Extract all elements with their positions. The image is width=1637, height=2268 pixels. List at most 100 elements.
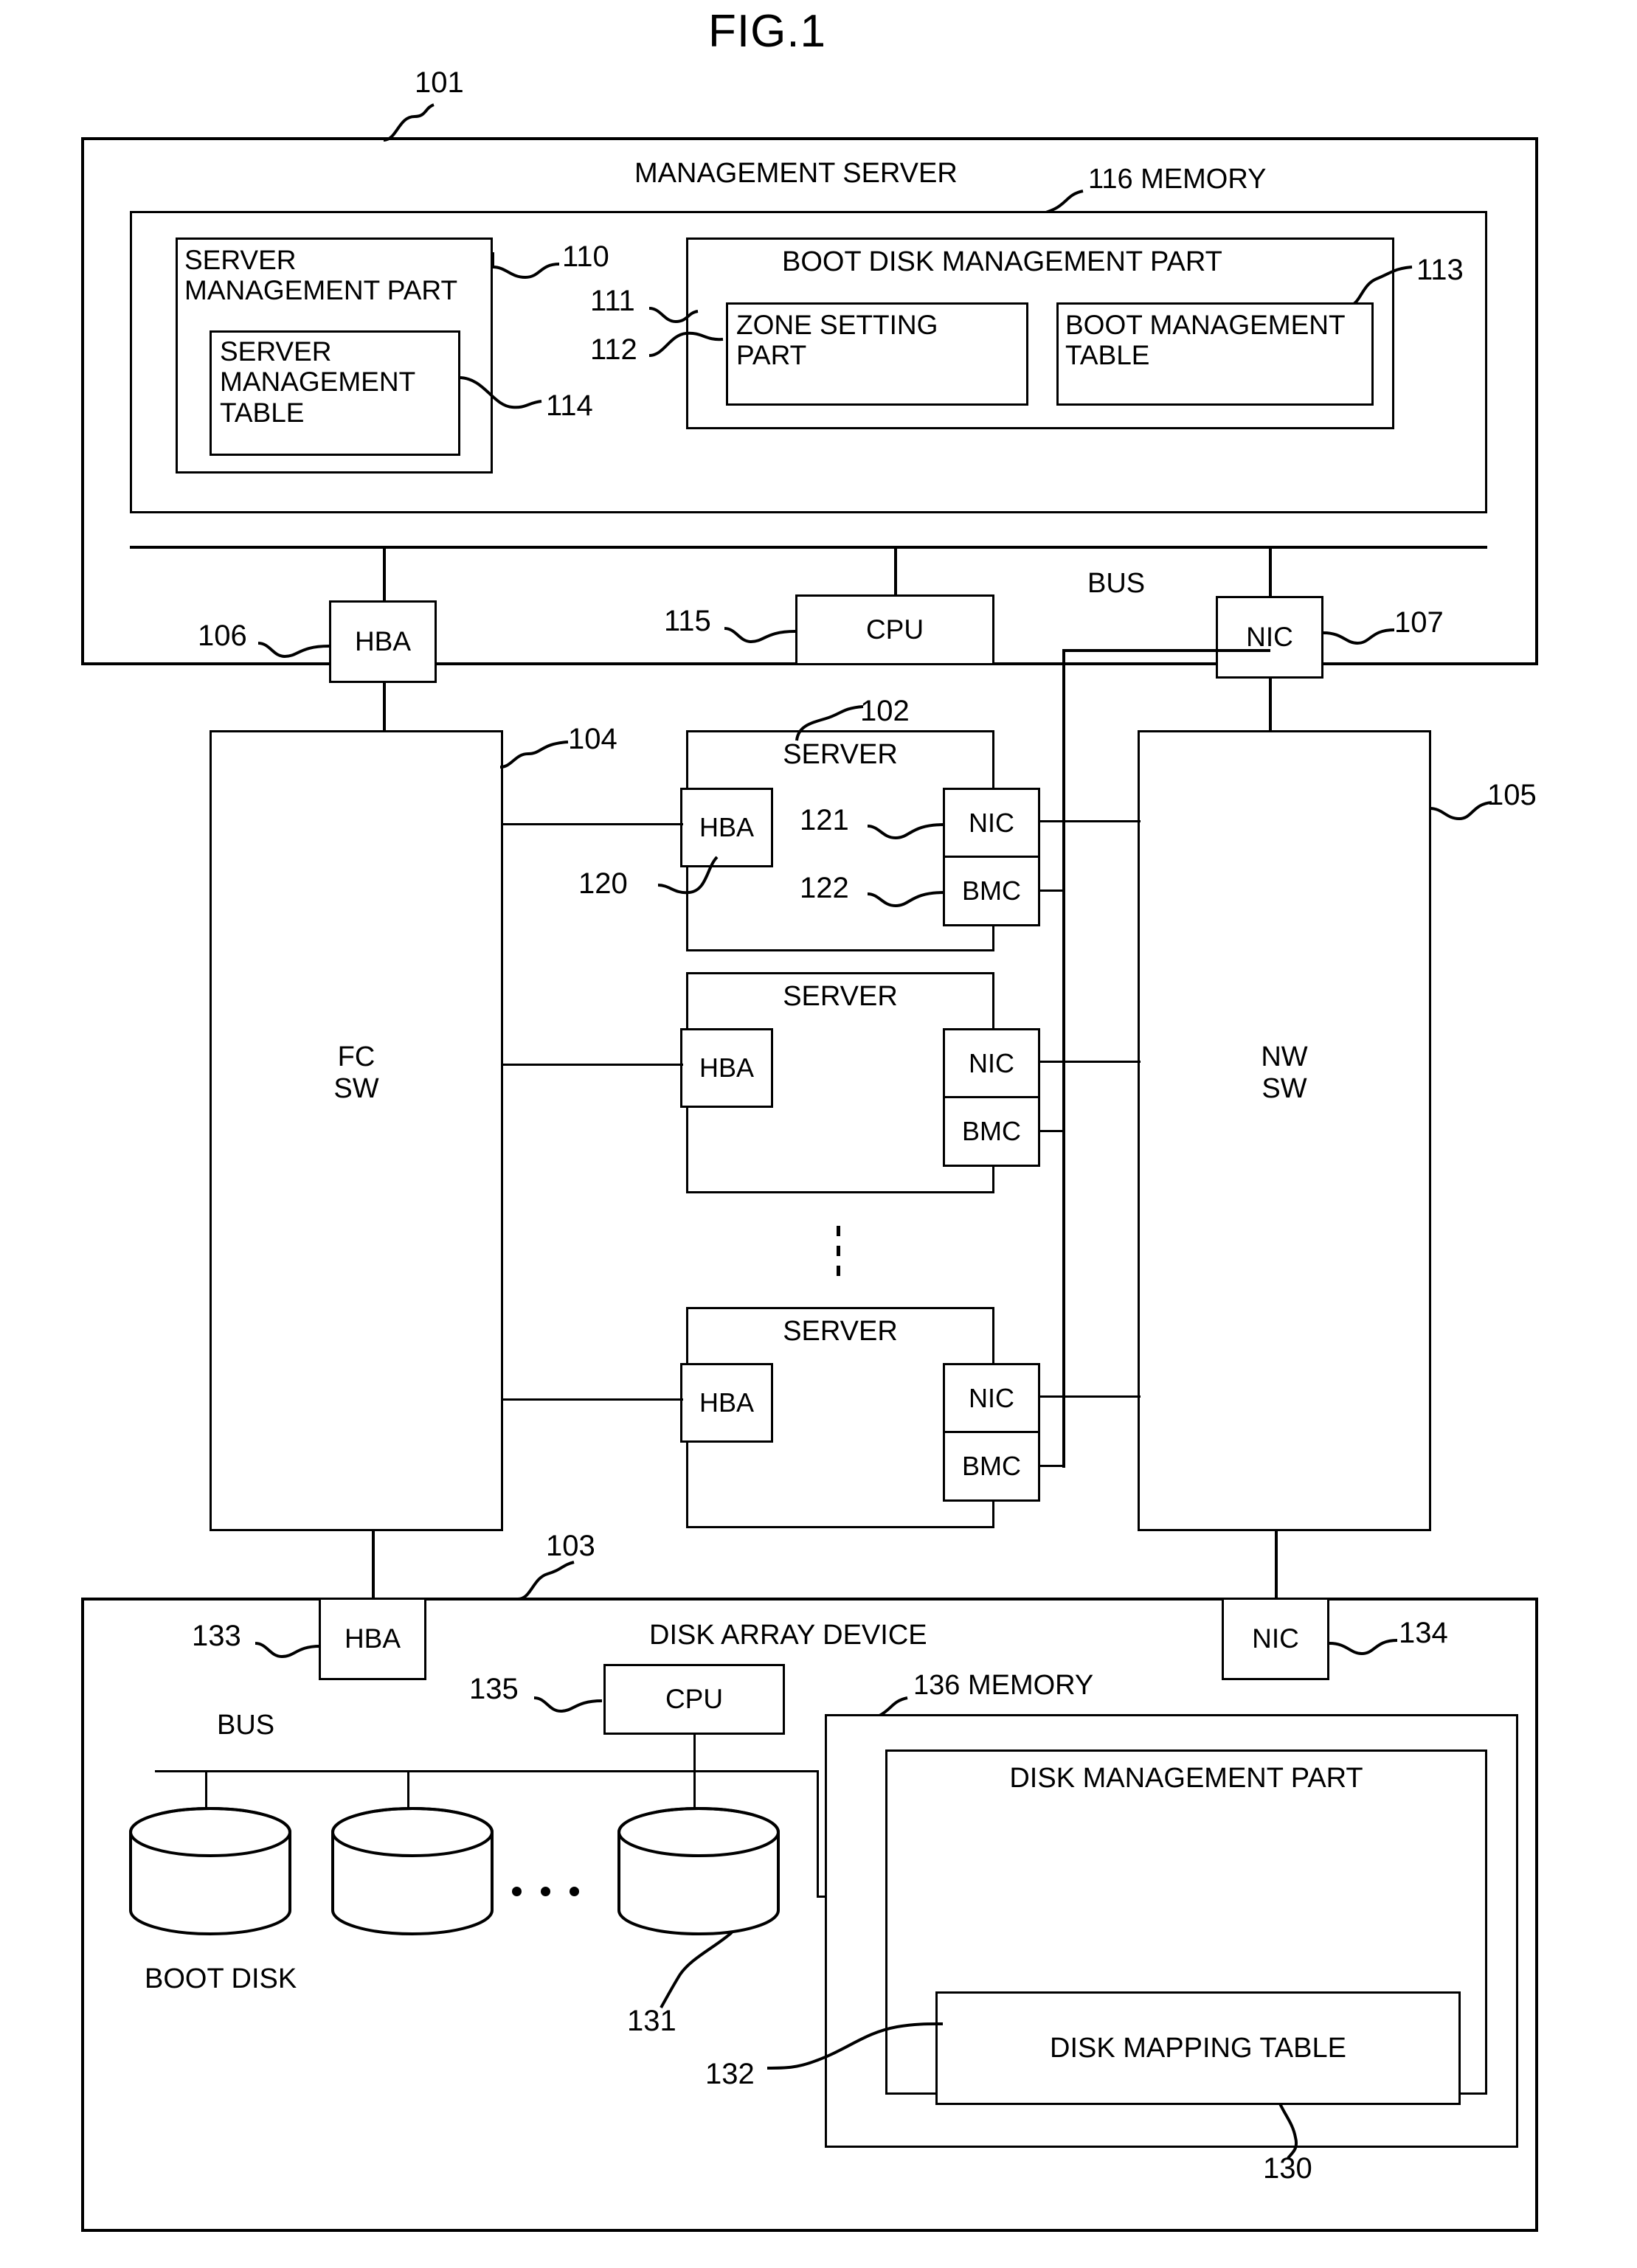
- ref-104: 104: [568, 723, 617, 755]
- ref-120: 120: [578, 867, 628, 900]
- server-label-3: SERVER: [783, 1316, 898, 1347]
- ref-101: 101: [415, 66, 464, 99]
- bus-drop-nic: [1269, 546, 1272, 597]
- zone-setting-part-label: ZONE SETTING PART: [736, 310, 938, 371]
- leader-121: [867, 823, 945, 840]
- leader-103: [517, 1561, 575, 1601]
- leader-131: [660, 1931, 733, 2008]
- link-server3-bmc-to-trunk: [1040, 1465, 1065, 1467]
- disk-array-hba-label: HBA: [344, 1623, 401, 1654]
- boot-management-table-label: BOOT MANAGEMENT TABLE: [1065, 310, 1346, 371]
- link-server3-nic-to-nwsw: [1040, 1395, 1141, 1398]
- ref-114: 114: [546, 389, 593, 422]
- ref-121: 121: [800, 804, 849, 836]
- patent-figure: FIG.1 101 MANAGEMENT SERVER 116 MEMORY S…: [0, 0, 1637, 2268]
- memory-116-label: 116 MEMORY: [1088, 164, 1267, 195]
- ref-107: 107: [1394, 606, 1444, 639]
- link-fcsw-to-diskarray-hba: [372, 1531, 375, 1598]
- nw-switch-label: NW SW: [1261, 1041, 1308, 1104]
- leader-106: [257, 642, 330, 659]
- server-nic-label-3: NIC: [969, 1382, 1014, 1413]
- disk-array-cpu-label: CPU: [665, 1684, 724, 1715]
- disk-array-bus-line: [155, 1770, 819, 1772]
- management-server-nic-label: NIC: [1246, 622, 1293, 653]
- link-fcsw-to-server1-hba: [503, 823, 683, 825]
- ref-122: 122: [800, 872, 849, 904]
- boot-disk-label: BOOT DISK: [145, 1963, 297, 1994]
- link-nwsw-to-diskarray-nic: [1275, 1531, 1278, 1598]
- server-management-table-label: SERVER MANAGEMENT TABLE: [220, 336, 416, 428]
- management-nic-bus-top: [1062, 649, 1270, 652]
- link-server2-nic-to-nwsw: [1040, 1061, 1141, 1063]
- ref-134: 134: [1399, 1617, 1448, 1649]
- leader-101: [383, 103, 435, 142]
- disk-management-part-label: DISK MANAGEMENT PART: [1009, 1763, 1363, 1794]
- bus-drop-cpu: [894, 546, 897, 596]
- server-bmc-label-1: BMC: [962, 875, 1021, 906]
- server-hba-label-2: HBA: [699, 1052, 755, 1083]
- leader-115: [724, 627, 796, 644]
- server-list-ellipsis: [837, 1226, 840, 1276]
- leader-105: [1429, 801, 1492, 821]
- leader-102: [795, 705, 864, 741]
- management-server-bus-label: BUS: [1087, 568, 1146, 599]
- figure-title: FIG.1: [708, 6, 827, 57]
- server-nic-label-2: NIC: [969, 1047, 1014, 1078]
- management-server-title: MANAGEMENT SERVER: [634, 158, 958, 189]
- link-cpu-to-bus: [693, 1735, 696, 1770]
- ref-103: 103: [546, 1530, 595, 1562]
- server-label-2: SERVER: [783, 981, 898, 1012]
- ref-132: 132: [705, 2058, 755, 2090]
- link-hba106-to-fcsw: [383, 683, 386, 730]
- link-bus-to-memory-v: [817, 1770, 819, 1897]
- ref-112: 112: [590, 333, 637, 366]
- leader-112: [648, 331, 724, 357]
- leader-134: [1329, 1639, 1398, 1656]
- nw-switch-box: [1138, 730, 1431, 1531]
- ref-113: 113: [1416, 254, 1464, 286]
- management-server-bus-line: [130, 546, 1487, 549]
- link-server1-nic-to-nwsw: [1040, 820, 1141, 822]
- ref-105: 105: [1487, 779, 1537, 811]
- ref-115: 115: [664, 605, 711, 637]
- ref-135: 135: [469, 1673, 519, 1705]
- leader-114: [458, 376, 542, 409]
- disk-array-device-title: DISK ARRAY DEVICE: [649, 1620, 927, 1651]
- link-fcsw-to-server3-hba: [503, 1398, 683, 1401]
- leader-133: [255, 1642, 321, 1659]
- link-fcsw-to-server2-hba: [503, 1064, 683, 1066]
- leader-111: [648, 307, 699, 324]
- ref-111: 111: [590, 285, 635, 317]
- memory-136-label: 136 MEMORY: [913, 1670, 1094, 1701]
- ref-133: 133: [192, 1620, 241, 1652]
- server-label-1: SERVER: [783, 739, 898, 770]
- management-nic-bus-trunk: [1062, 649, 1065, 1468]
- server-management-part-label: SERVER MANAGEMENT PART: [184, 245, 458, 306]
- link-server2-bmc-to-trunk: [1040, 1130, 1065, 1132]
- server-bmc-label-2: BMC: [962, 1115, 1021, 1146]
- fc-switch-label: FC SW: [333, 1041, 379, 1104]
- leader-120: [657, 856, 719, 895]
- server-hba-label-3: HBA: [699, 1387, 755, 1418]
- ref-106: 106: [198, 620, 247, 652]
- disk-array-bus-label: BUS: [217, 1710, 275, 1741]
- leader-132: [766, 2022, 944, 2070]
- leader-135: [533, 1696, 603, 1713]
- server-nic-label-1: NIC: [969, 807, 1014, 838]
- boot-disk-cylinder-3: [617, 1807, 780, 1935]
- boot-disk-cylinder-1: [129, 1807, 291, 1935]
- management-server-cpu-label: CPU: [865, 614, 924, 645]
- fc-switch-box: [210, 730, 503, 1531]
- boot-disk-management-part-label: BOOT DISK MANAGEMENT PART: [782, 246, 1222, 277]
- management-server-hba-label: HBA: [354, 626, 412, 657]
- boot-disk-cylinder-2: [331, 1807, 494, 1935]
- link-server1-bmc-to-trunk: [1040, 889, 1065, 892]
- server-bmc-label-3: BMC: [962, 1450, 1021, 1481]
- disk-array-nic-label: NIC: [1252, 1623, 1299, 1654]
- boot-disk-ellipsis: [512, 1887, 579, 1896]
- leader-104: [499, 741, 569, 769]
- leader-122: [867, 891, 945, 908]
- leader-107: [1323, 628, 1395, 645]
- disk-mapping-table-label: DISK MAPPING TABLE: [1050, 2032, 1346, 2064]
- link-nic107-to-nwsw: [1269, 679, 1272, 730]
